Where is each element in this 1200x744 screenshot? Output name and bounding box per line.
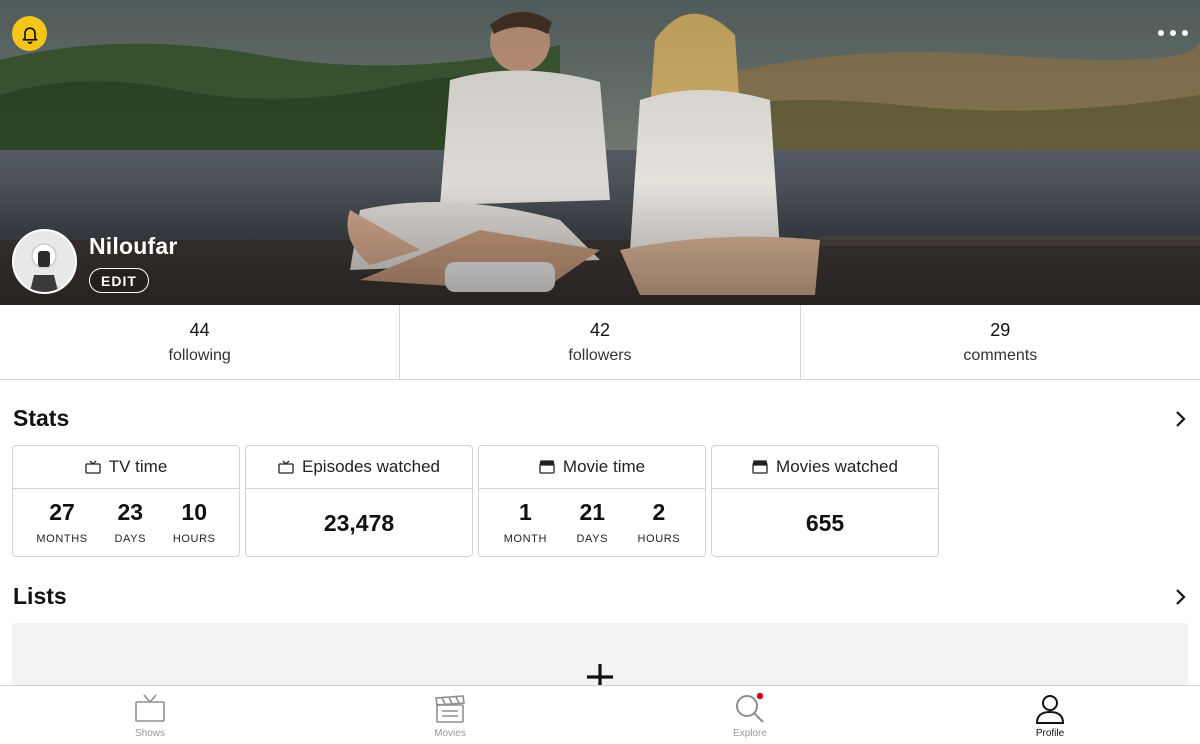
- bell-icon: [22, 26, 38, 44]
- stats-title: Stats: [13, 405, 70, 431]
- episodes-watched-card[interactable]: Episodes watched 23,478: [245, 445, 473, 557]
- tab-label: Explore: [733, 728, 767, 739]
- stats-cards: TV time 27 MONTHS 23 DAYS 10 HOURS Episo…: [12, 445, 939, 557]
- more-dot: [1158, 30, 1164, 36]
- comments-count[interactable]: 29 comments: [801, 305, 1200, 379]
- tv-icon: [278, 460, 294, 474]
- stat-unit-label: DAYS: [576, 533, 609, 545]
- clapper-icon: [539, 460, 555, 474]
- cover-image: [0, 0, 1200, 305]
- profile-cover: Niloufar EDIT: [0, 0, 1200, 305]
- stat-values: 23,478: [246, 489, 472, 557]
- stat-title: Movie time: [562, 457, 646, 476]
- following-count[interactable]: 44 following: [0, 305, 401, 379]
- tv-icon: [135, 694, 165, 722]
- tv-icon: [85, 460, 101, 474]
- stat-unit-label: HOURS: [172, 533, 216, 545]
- stat-unit-label: DAYS: [114, 533, 147, 545]
- stat-number: 1: [518, 499, 532, 525]
- stat-unit: 21 DAYS: [576, 499, 609, 546]
- stat-number: 23: [117, 499, 144, 525]
- count-value: 29: [990, 319, 1011, 340]
- lists-title: Lists: [13, 583, 67, 609]
- count-label: followers: [568, 346, 632, 364]
- stat-unit: 2 HOURS: [637, 499, 681, 546]
- stat-unit: 1 MONTH: [503, 499, 548, 546]
- more-options-button[interactable]: [1158, 26, 1188, 40]
- movies-watched-card[interactable]: Movies watched 655: [711, 445, 939, 557]
- stat-values: 655: [712, 489, 938, 557]
- more-dot: [1182, 30, 1188, 36]
- tab-movies[interactable]: Movies: [300, 686, 600, 744]
- tab-shows[interactable]: Shows: [0, 686, 300, 744]
- profile-username: Niloufar: [89, 233, 178, 259]
- followers-count[interactable]: 42 followers: [400, 305, 801, 379]
- stat-unit: 23 DAYS: [114, 499, 147, 546]
- stat-number: 27: [49, 499, 75, 525]
- stat-header: Movies watched: [712, 446, 938, 489]
- stat-values: 1 MONTH 21 DAYS 2 HOURS: [479, 489, 705, 557]
- bottom-tab-bar: Shows Movies Explore Profile: [0, 685, 1200, 744]
- tv-time-card[interactable]: TV time 27 MONTHS 23 DAYS 10 HOURS: [12, 445, 240, 557]
- stat-number: 655: [805, 509, 845, 536]
- edit-profile-button[interactable]: EDIT: [89, 268, 149, 293]
- count-value: 44: [189, 319, 210, 340]
- search-icon: [736, 692, 764, 723]
- stat-unit-label: MONTH: [503, 533, 548, 545]
- tab-label: Shows: [134, 728, 165, 739]
- stat-title: TV time: [108, 457, 168, 476]
- stat-header: TV time: [13, 446, 239, 489]
- movie-time-card[interactable]: Movie time 1 MONTH 21 DAYS 2 HOURS: [478, 445, 706, 557]
- tab-label: Movies: [434, 728, 466, 739]
- tab-explore[interactable]: Explore: [600, 686, 900, 744]
- social-counts: 44 following 42 followers 29 comments: [0, 305, 1200, 380]
- count-label: following: [168, 346, 231, 364]
- stat-number: 23,478: [323, 509, 395, 536]
- stat-header: Episodes watched: [246, 446, 472, 489]
- user-icon: [1035, 695, 1065, 724]
- avatar[interactable]: [12, 229, 77, 294]
- stat-number: 2: [652, 499, 666, 525]
- notifications-button[interactable]: [12, 16, 47, 51]
- stat-header: Movie time: [479, 446, 705, 489]
- count-label: comments: [963, 346, 1038, 364]
- stat-title: Movies watched: [776, 457, 898, 476]
- stat-unit-label: MONTHS: [36, 533, 88, 545]
- notification-dot: [756, 692, 764, 700]
- count-value: 42: [589, 319, 610, 340]
- stat-number: 21: [579, 499, 606, 525]
- stat-number: 10: [181, 499, 207, 525]
- clapper-icon: [435, 695, 465, 723]
- stat-title: Episodes watched: [302, 457, 440, 476]
- tab-profile[interactable]: Profile: [900, 686, 1200, 744]
- stat-values: 27 MONTHS 23 DAYS 10 HOURS: [13, 489, 239, 557]
- stat-unit: 27 MONTHS: [36, 499, 88, 546]
- stat-unit: 10 HOURS: [172, 499, 216, 546]
- tab-label: Profile: [1035, 728, 1065, 739]
- avatar-image: [14, 231, 75, 292]
- more-dot: [1170, 30, 1176, 36]
- stat-unit-label: HOURS: [637, 533, 681, 545]
- chevron-right-icon[interactable]: [1172, 410, 1188, 428]
- clapper-icon: [752, 460, 768, 474]
- chevron-right-icon[interactable]: [1172, 588, 1188, 606]
